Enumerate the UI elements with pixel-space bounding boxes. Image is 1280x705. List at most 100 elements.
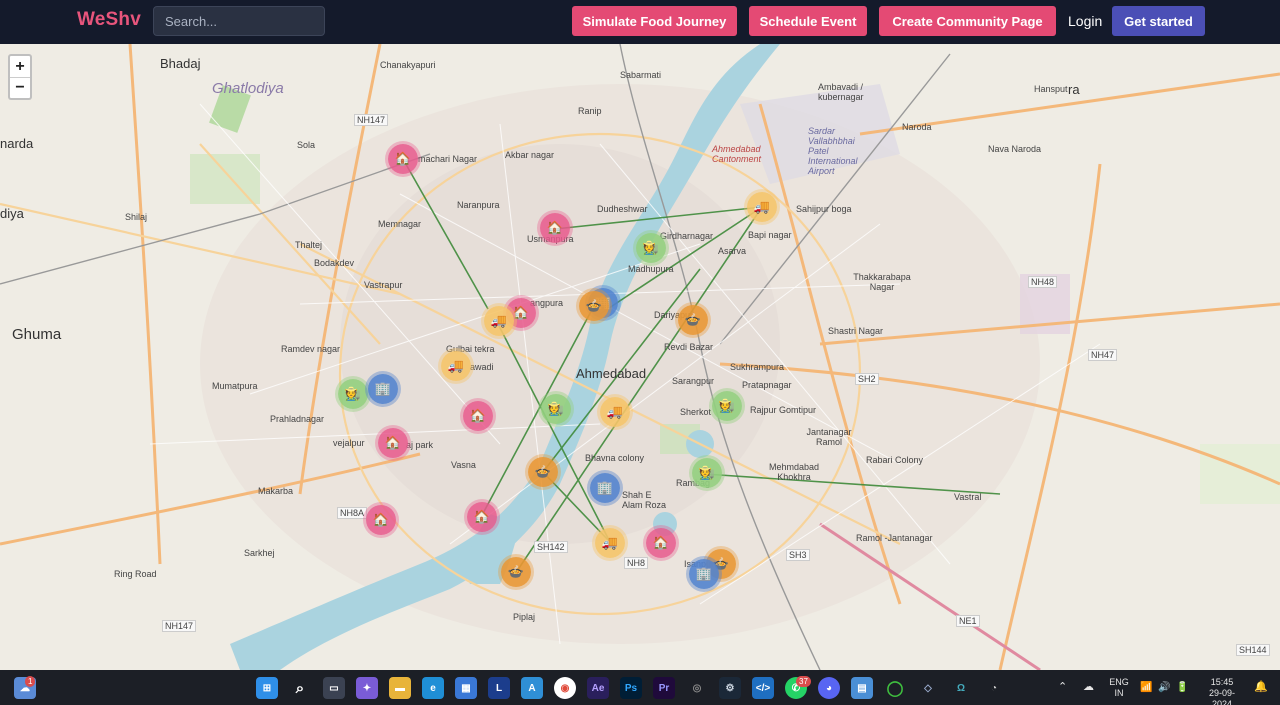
foodbank-marker[interactable]: 🏢 [368,374,398,404]
place-label: Shah E Alam Roza [622,490,667,510]
food-marker[interactable]: 🍲 [579,291,609,321]
chrome-icon[interactable]: ◉ [554,677,576,699]
simulate-food-journey-button[interactable]: Simulate Food Journey [572,6,737,36]
place-label: aj park [406,440,434,450]
road-shield: SH144 [1236,644,1270,656]
place-label: Vastral [954,492,982,502]
store-icon[interactable]: ▦ [455,677,477,699]
app-icon[interactable]: ◎ [686,677,708,699]
chevron-up-icon[interactable]: ⌃ [1058,682,1067,693]
place-label: ra [1068,82,1080,97]
task-view-icon[interactable]: ▭ [323,677,345,699]
foodbank-marker[interactable]: 🏢 [590,473,620,503]
search-input[interactable] [153,6,325,36]
app-icon[interactable]: ◔ [983,677,1005,699]
place-label: Chanakyapuri [380,60,436,70]
volume-icon[interactable]: 🔊 [1158,682,1170,693]
place-label: machari Nagar [418,154,478,164]
app-icon[interactable]: Ω [950,677,972,699]
search-icon[interactable]: ⌕ [289,677,311,699]
place-label: Revdi Bazar [664,342,714,352]
foodbank-marker[interactable]: 🏢 [689,559,719,589]
map-canvas[interactable]: Bhadaj Ghatlodiya Chanakyapuri Sabarmati… [0,44,1280,670]
place-label: Asarva [718,246,747,256]
home-marker[interactable]: 🏠 [540,213,570,243]
zoom-out-button[interactable]: − [10,77,30,98]
truck-marker[interactable]: 🚚 [595,528,625,558]
place-label: Ghatlodiya [212,80,284,97]
food-marker[interactable]: 🍲 [678,305,708,335]
place-label: Sabarmati [620,70,662,80]
food-marker[interactable]: 🍲 [501,557,531,587]
home-marker[interactable]: 🏠 [463,401,493,431]
login-link[interactable]: Login [1068,13,1102,29]
language-indicator[interactable]: ENG IN [1108,677,1130,699]
file-explorer-icon[interactable]: ▬ [389,677,411,699]
truck-marker[interactable]: 🚚 [600,397,630,427]
farm-marker[interactable]: 🧑‍🌾 [338,379,368,409]
place-label: Sardar Vallabhbhai Patel International A… [808,126,858,176]
place-label: Bhadaj [160,56,201,71]
home-marker[interactable]: 🏠 [646,528,676,558]
road-shield: SH142 [534,541,568,553]
app-icon[interactable]: ◇ [917,677,939,699]
app-icon[interactable]: ◯ [884,677,906,699]
app-l-icon[interactable]: L [488,677,510,699]
region-text: IN [1114,688,1124,698]
start-icon[interactable]: ⊞ [256,677,278,699]
get-started-button[interactable]: Get started [1112,6,1205,36]
vscode-icon[interactable]: </> [752,677,774,699]
home-marker[interactable]: 🏠 [467,502,497,532]
place-label: Ramdev nagar [281,344,341,354]
battery-icon[interactable]: 🔋 [1176,682,1188,693]
farm-marker[interactable]: 🧑‍🌾 [541,394,571,424]
app-icon[interactable]: ▤ [851,677,873,699]
place-label: Bhavna colony [585,453,645,463]
copilot-icon[interactable]: ✦ [356,677,378,699]
place-label: Hansput [1034,84,1068,94]
schedule-event-button[interactable]: Schedule Event [749,6,867,36]
road-shield: NH48 [1028,276,1058,288]
whatsapp-badge: 37 [796,676,811,687]
place-label: Mehmdabad Khokhra [768,462,820,482]
place-label: Ahmedabad Cantonment [712,144,762,164]
notification-bell-icon[interactable]: 🔔 [1254,682,1268,693]
truck-marker[interactable]: 🚚 [747,192,777,222]
farm-marker[interactable]: 🧑‍🌾 [712,391,742,421]
wifi-icon[interactable]: 📶 [1140,682,1152,693]
farm-marker[interactable]: 🧑‍🌾 [692,458,722,488]
food-marker[interactable]: 🍲 [528,457,558,487]
steam-icon[interactable]: ⚙ [719,677,741,699]
place-label: Nava Naroda [988,144,1042,154]
place-label: Makarba [258,486,294,496]
place-label: Ahmedabad [576,366,647,381]
time-text: 15:45 [1210,677,1234,687]
app-icon[interactable]: A [521,677,543,699]
date-text: 29-09-2024 [1208,688,1235,705]
zoom-in-button[interactable]: + [10,56,30,77]
create-community-page-button[interactable]: Create Community Page [879,6,1056,36]
place-label: Vasna [451,460,476,470]
edge-icon[interactable]: e [422,677,444,699]
truck-marker[interactable]: 🚚 [441,351,471,381]
place-label: Rabari Colony [866,455,924,465]
road-shield: NH47 [1088,349,1118,361]
premiere-icon[interactable]: Pr [653,677,675,699]
after-effects-icon[interactable]: Ae [587,677,609,699]
place-label: Bapi nagar [748,230,792,240]
place-label: narda [0,136,34,151]
truck-marker[interactable]: 🚚 [484,306,514,336]
farm-marker[interactable]: 🧑‍🌾 [636,233,666,263]
clock[interactable]: 15:45 29-09-2024 [1199,677,1245,705]
language-text: ENG [1109,677,1129,687]
brand-logo[interactable]: WeShv [77,9,141,31]
discord-icon[interactable]: ◕ [818,677,840,699]
home-marker[interactable]: 🏠 [378,428,408,458]
photoshop-icon[interactable]: Ps [620,677,642,699]
place-label: Naroda [902,122,932,132]
place-label: awadi [470,362,494,372]
home-marker[interactable]: 🏠 [366,505,396,535]
road-shield: NE1 [956,615,980,627]
cloud-icon[interactable]: ☁ [1083,682,1094,693]
home-marker[interactable]: 🏠 [388,144,418,174]
